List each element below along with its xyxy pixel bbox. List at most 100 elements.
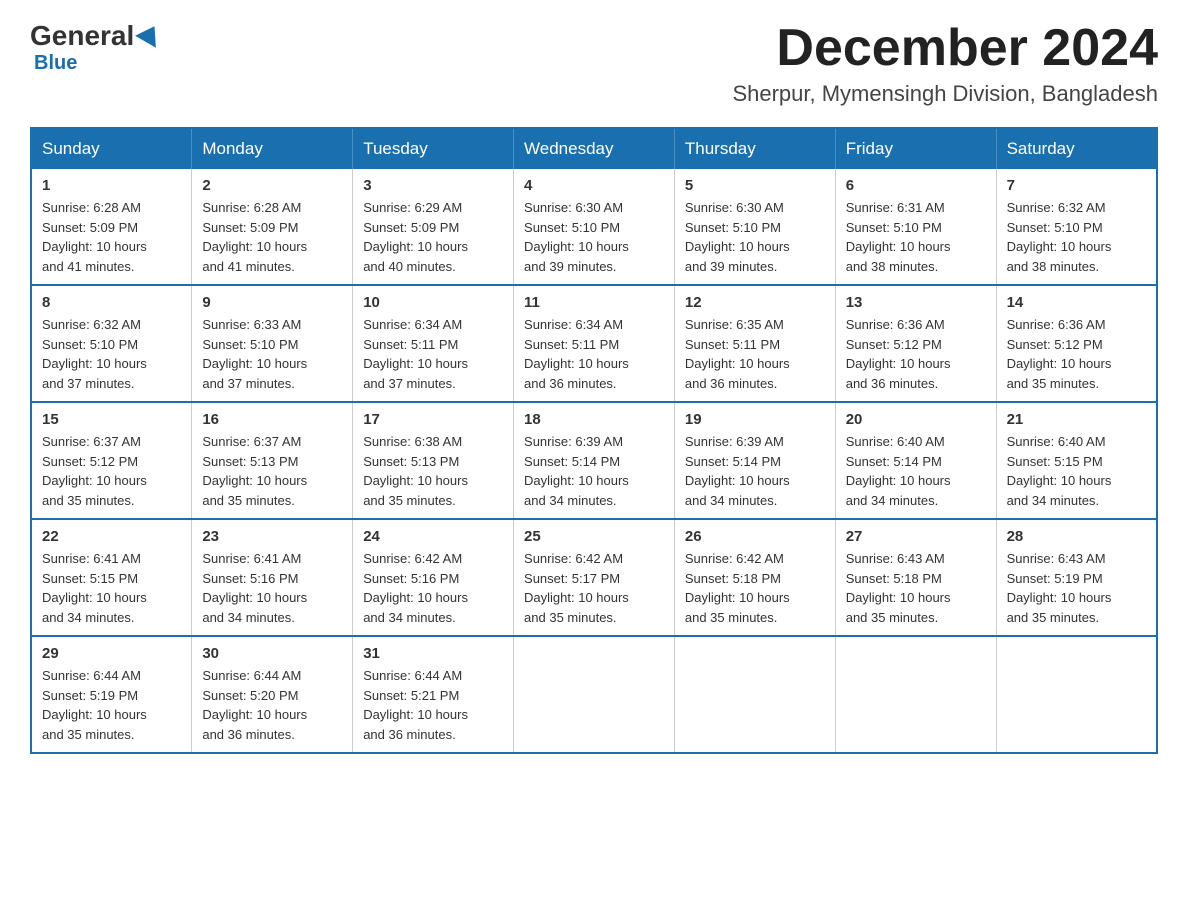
day-number: 24 [363, 528, 503, 545]
day-info: Sunrise: 6:34 AMSunset: 5:11 PMDaylight:… [524, 315, 664, 393]
day-info: Sunrise: 6:43 AMSunset: 5:18 PMDaylight:… [846, 549, 986, 627]
calendar-cell: 21 Sunrise: 6:40 AMSunset: 5:15 PMDaylig… [996, 402, 1157, 519]
calendar-week-row: 22 Sunrise: 6:41 AMSunset: 5:15 PMDaylig… [31, 519, 1157, 636]
day-number: 21 [1007, 411, 1146, 428]
day-number: 26 [685, 528, 825, 545]
day-info: Sunrise: 6:30 AMSunset: 5:10 PMDaylight:… [685, 198, 825, 276]
calendar-cell: 10 Sunrise: 6:34 AMSunset: 5:11 PMDaylig… [353, 285, 514, 402]
calendar-cell [514, 636, 675, 753]
calendar-cell: 8 Sunrise: 6:32 AMSunset: 5:10 PMDayligh… [31, 285, 192, 402]
calendar-cell: 31 Sunrise: 6:44 AMSunset: 5:21 PMDaylig… [353, 636, 514, 753]
calendar-cell: 12 Sunrise: 6:35 AMSunset: 5:11 PMDaylig… [674, 285, 835, 402]
logo: General Blue [30, 20, 162, 75]
calendar-cell: 6 Sunrise: 6:31 AMSunset: 5:10 PMDayligh… [835, 169, 996, 285]
day-number: 17 [363, 411, 503, 428]
title-area: December 2024 Sherpur, Mymensingh Divisi… [732, 20, 1158, 107]
day-number: 19 [685, 411, 825, 428]
calendar-week-row: 29 Sunrise: 6:44 AMSunset: 5:19 PMDaylig… [31, 636, 1157, 753]
calendar-cell: 4 Sunrise: 6:30 AMSunset: 5:10 PMDayligh… [514, 169, 675, 285]
calendar-cell: 26 Sunrise: 6:42 AMSunset: 5:18 PMDaylig… [674, 519, 835, 636]
day-number: 5 [685, 177, 825, 194]
weekday-header-row: SundayMondayTuesdayWednesdayThursdayFrid… [31, 128, 1157, 169]
calendar-cell: 17 Sunrise: 6:38 AMSunset: 5:13 PMDaylig… [353, 402, 514, 519]
day-info: Sunrise: 6:31 AMSunset: 5:10 PMDaylight:… [846, 198, 986, 276]
calendar-cell [996, 636, 1157, 753]
calendar-cell: 7 Sunrise: 6:32 AMSunset: 5:10 PMDayligh… [996, 169, 1157, 285]
day-number: 25 [524, 528, 664, 545]
day-number: 13 [846, 294, 986, 311]
weekday-header-sunday: Sunday [31, 128, 192, 169]
weekday-header-thursday: Thursday [674, 128, 835, 169]
day-number: 6 [846, 177, 986, 194]
day-info: Sunrise: 6:37 AMSunset: 5:12 PMDaylight:… [42, 432, 181, 510]
calendar-cell: 2 Sunrise: 6:28 AMSunset: 5:09 PMDayligh… [192, 169, 353, 285]
day-number: 2 [202, 177, 342, 194]
calendar-cell: 14 Sunrise: 6:36 AMSunset: 5:12 PMDaylig… [996, 285, 1157, 402]
calendar-cell: 1 Sunrise: 6:28 AMSunset: 5:09 PMDayligh… [31, 169, 192, 285]
day-number: 28 [1007, 528, 1146, 545]
location-title: Sherpur, Mymensingh Division, Bangladesh [732, 81, 1158, 107]
calendar-week-row: 1 Sunrise: 6:28 AMSunset: 5:09 PMDayligh… [31, 169, 1157, 285]
logo-triangle-icon [135, 20, 165, 48]
day-number: 11 [524, 294, 664, 311]
calendar-cell: 15 Sunrise: 6:37 AMSunset: 5:12 PMDaylig… [31, 402, 192, 519]
day-info: Sunrise: 6:39 AMSunset: 5:14 PMDaylight:… [685, 432, 825, 510]
day-info: Sunrise: 6:43 AMSunset: 5:19 PMDaylight:… [1007, 549, 1146, 627]
calendar-cell: 28 Sunrise: 6:43 AMSunset: 5:19 PMDaylig… [996, 519, 1157, 636]
calendar-cell: 25 Sunrise: 6:42 AMSunset: 5:17 PMDaylig… [514, 519, 675, 636]
day-info: Sunrise: 6:39 AMSunset: 5:14 PMDaylight:… [524, 432, 664, 510]
day-info: Sunrise: 6:41 AMSunset: 5:15 PMDaylight:… [42, 549, 181, 627]
calendar-cell: 29 Sunrise: 6:44 AMSunset: 5:19 PMDaylig… [31, 636, 192, 753]
day-info: Sunrise: 6:42 AMSunset: 5:16 PMDaylight:… [363, 549, 503, 627]
calendar-cell: 20 Sunrise: 6:40 AMSunset: 5:14 PMDaylig… [835, 402, 996, 519]
logo-general-text: General [30, 20, 134, 52]
page-header: General Blue December 2024 Sherpur, Myme… [30, 20, 1158, 107]
calendar-cell: 24 Sunrise: 6:42 AMSunset: 5:16 PMDaylig… [353, 519, 514, 636]
day-number: 27 [846, 528, 986, 545]
day-number: 7 [1007, 177, 1146, 194]
day-info: Sunrise: 6:36 AMSunset: 5:12 PMDaylight:… [846, 315, 986, 393]
day-number: 18 [524, 411, 664, 428]
day-number: 12 [685, 294, 825, 311]
calendar-cell: 3 Sunrise: 6:29 AMSunset: 5:09 PMDayligh… [353, 169, 514, 285]
day-number: 8 [42, 294, 181, 311]
day-info: Sunrise: 6:36 AMSunset: 5:12 PMDaylight:… [1007, 315, 1146, 393]
calendar-cell: 5 Sunrise: 6:30 AMSunset: 5:10 PMDayligh… [674, 169, 835, 285]
day-info: Sunrise: 6:40 AMSunset: 5:15 PMDaylight:… [1007, 432, 1146, 510]
day-info: Sunrise: 6:40 AMSunset: 5:14 PMDaylight:… [846, 432, 986, 510]
calendar-cell: 27 Sunrise: 6:43 AMSunset: 5:18 PMDaylig… [835, 519, 996, 636]
calendar-cell: 16 Sunrise: 6:37 AMSunset: 5:13 PMDaylig… [192, 402, 353, 519]
calendar-week-row: 8 Sunrise: 6:32 AMSunset: 5:10 PMDayligh… [31, 285, 1157, 402]
month-title: December 2024 [732, 20, 1158, 77]
day-info: Sunrise: 6:35 AMSunset: 5:11 PMDaylight:… [685, 315, 825, 393]
calendar-week-row: 15 Sunrise: 6:37 AMSunset: 5:12 PMDaylig… [31, 402, 1157, 519]
calendar-cell: 22 Sunrise: 6:41 AMSunset: 5:15 PMDaylig… [31, 519, 192, 636]
calendar-cell: 13 Sunrise: 6:36 AMSunset: 5:12 PMDaylig… [835, 285, 996, 402]
calendar-table: SundayMondayTuesdayWednesdayThursdayFrid… [30, 127, 1158, 754]
weekday-header-wednesday: Wednesday [514, 128, 675, 169]
day-info: Sunrise: 6:29 AMSunset: 5:09 PMDaylight:… [363, 198, 503, 276]
day-info: Sunrise: 6:37 AMSunset: 5:13 PMDaylight:… [202, 432, 342, 510]
day-number: 14 [1007, 294, 1146, 311]
day-number: 20 [846, 411, 986, 428]
weekday-header-friday: Friday [835, 128, 996, 169]
day-number: 15 [42, 411, 181, 428]
day-info: Sunrise: 6:28 AMSunset: 5:09 PMDaylight:… [202, 198, 342, 276]
weekday-header-saturday: Saturday [996, 128, 1157, 169]
calendar-cell: 19 Sunrise: 6:39 AMSunset: 5:14 PMDaylig… [674, 402, 835, 519]
day-info: Sunrise: 6:41 AMSunset: 5:16 PMDaylight:… [202, 549, 342, 627]
calendar-cell: 18 Sunrise: 6:39 AMSunset: 5:14 PMDaylig… [514, 402, 675, 519]
day-number: 16 [202, 411, 342, 428]
weekday-header-monday: Monday [192, 128, 353, 169]
day-info: Sunrise: 6:44 AMSunset: 5:20 PMDaylight:… [202, 666, 342, 744]
day-info: Sunrise: 6:44 AMSunset: 5:19 PMDaylight:… [42, 666, 181, 744]
day-info: Sunrise: 6:44 AMSunset: 5:21 PMDaylight:… [363, 666, 503, 744]
day-info: Sunrise: 6:42 AMSunset: 5:17 PMDaylight:… [524, 549, 664, 627]
calendar-cell: 9 Sunrise: 6:33 AMSunset: 5:10 PMDayligh… [192, 285, 353, 402]
day-number: 4 [524, 177, 664, 194]
logo-blue-text: Blue [34, 52, 77, 75]
day-info: Sunrise: 6:32 AMSunset: 5:10 PMDaylight:… [1007, 198, 1146, 276]
calendar-cell [674, 636, 835, 753]
day-number: 29 [42, 645, 181, 662]
day-info: Sunrise: 6:33 AMSunset: 5:10 PMDaylight:… [202, 315, 342, 393]
